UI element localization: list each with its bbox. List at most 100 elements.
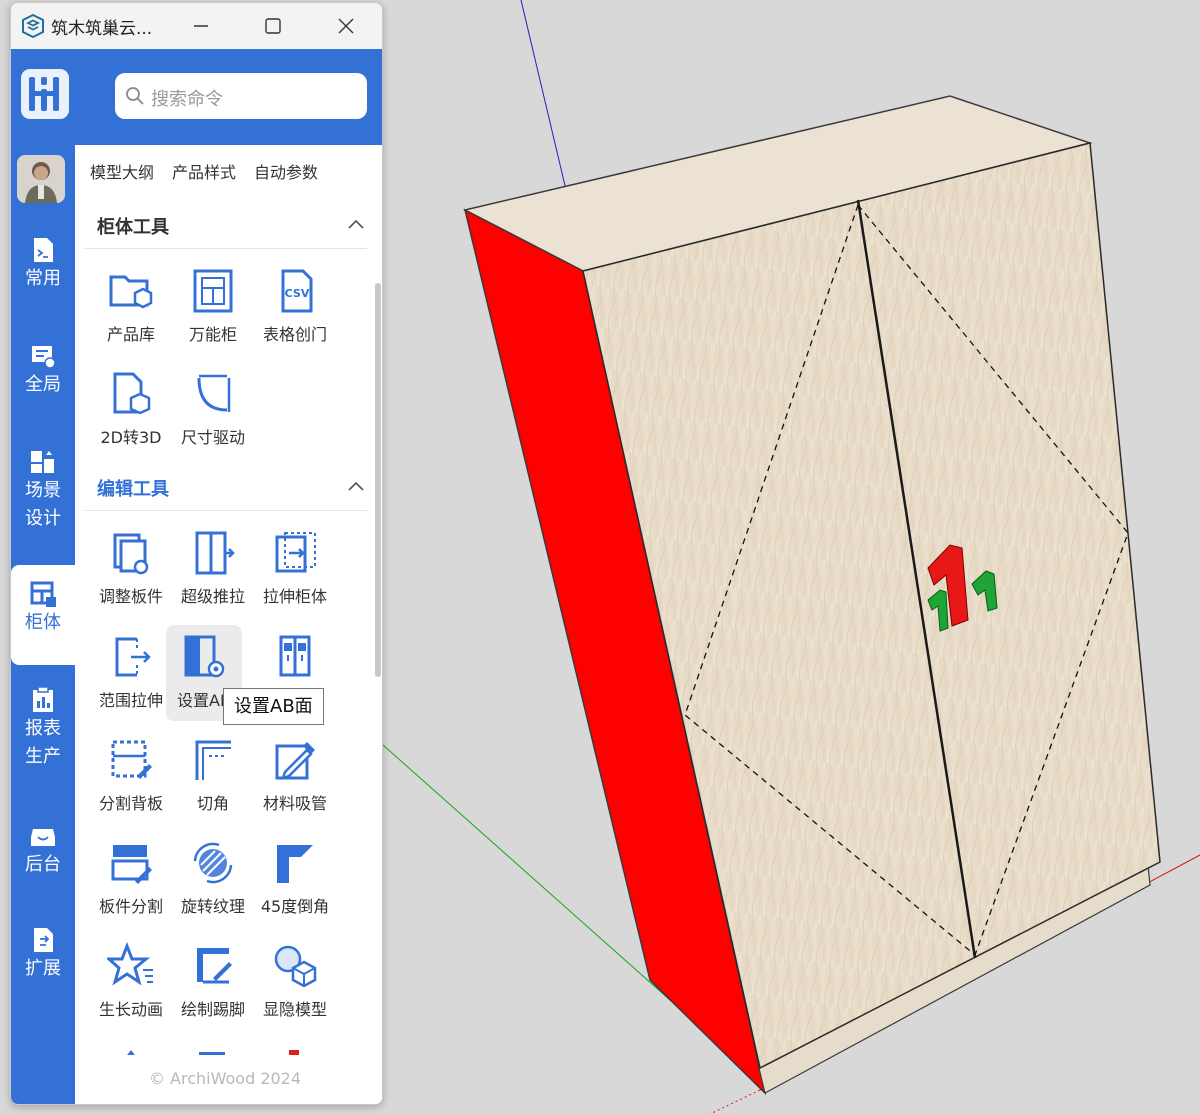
sidebar-item-global[interactable]: 全局 bbox=[11, 341, 75, 399]
sidebar-item-backend[interactable]: 后台 bbox=[11, 821, 75, 879]
tool-material-picker[interactable]: 材料吸管 bbox=[256, 736, 334, 814]
section-title-edit-tools: 编辑工具 bbox=[97, 479, 169, 500]
tool-label: 2D转3D bbox=[100, 428, 162, 447]
tool-range-stretch[interactable]: 范围拉伸 bbox=[92, 633, 170, 711]
tool-rotate-texture[interactable]: 旋转纹理 bbox=[174, 839, 252, 917]
panel-split-icon bbox=[111, 845, 152, 884]
tool-label: 拉伸柜体 bbox=[262, 587, 327, 606]
doc-cube-icon bbox=[113, 372, 151, 415]
tool-super-push-pull[interactable]: 超级推拉 bbox=[174, 529, 252, 607]
tool-label: 显隐模型 bbox=[262, 1000, 327, 1019]
tool-chamfer[interactable]: 切角 bbox=[174, 736, 252, 814]
tool-draw-kickboard[interactable]: 绘制踢脚 bbox=[174, 942, 252, 1020]
sidebar-item-label: 后台 bbox=[25, 854, 61, 875]
tool-split-backboard[interactable]: 分割背板 bbox=[92, 736, 170, 814]
csv-icon: CSV bbox=[281, 269, 313, 313]
miter-45-icon bbox=[277, 845, 313, 883]
sidebar-item-extension[interactable]: 扩展 bbox=[11, 925, 75, 983]
tool-label: 绘制踢脚 bbox=[180, 1000, 245, 1019]
tool-45-chamfer[interactable]: 45度倒角 bbox=[256, 839, 334, 917]
tool-label: 尺寸驱动 bbox=[180, 428, 245, 447]
sidebar-item-common[interactable]: 常用 bbox=[11, 235, 75, 293]
tool-label: 45度倒角 bbox=[260, 897, 330, 916]
tooltip: 设置AB面 bbox=[223, 688, 324, 725]
settings-panel-icon bbox=[32, 346, 56, 369]
size-driven-icon bbox=[197, 374, 231, 412]
plugin-window: 筑木筑巢云... 搜索命令 常用 全局 场景 设计 柜体 报表 生产 后台 扩展… bbox=[10, 2, 383, 1105]
set-ab-face-icon bbox=[184, 635, 225, 678]
tool-label: 板件分割 bbox=[98, 897, 163, 916]
show-hide-model-icon bbox=[274, 945, 317, 988]
sidebar-item-report[interactable]: 报表 生产 bbox=[11, 685, 75, 771]
tool-grow-animation[interactable]: 生长动画 bbox=[92, 942, 170, 1020]
divider bbox=[85, 510, 367, 511]
tool-cabinet-split[interactable] bbox=[256, 633, 334, 687]
sidebar-item-label: 扩展 bbox=[25, 958, 61, 979]
tool-label: 自动参数 bbox=[253, 163, 318, 182]
tool-universal-cabinet[interactable]: 万能柜 bbox=[174, 267, 252, 345]
tool-size-driven[interactable]: 尺寸驱动 bbox=[174, 370, 252, 448]
search-placeholder: 搜索命令 bbox=[151, 89, 223, 110]
sidebar-item-label: 柜体 bbox=[25, 612, 61, 633]
close-button[interactable] bbox=[326, 11, 366, 41]
tool-label: 范围拉伸 bbox=[98, 691, 163, 710]
brand-logo-icon bbox=[21, 69, 69, 119]
adjust-panel-icon bbox=[113, 533, 149, 575]
chevron-up-icon[interactable] bbox=[347, 218, 365, 230]
universal-cabinet-icon bbox=[193, 269, 233, 313]
push-pull-icon bbox=[195, 531, 235, 575]
avatar[interactable] bbox=[17, 155, 65, 203]
chevron-up-icon[interactable] bbox=[347, 480, 365, 492]
chamfer-icon bbox=[195, 740, 231, 780]
tool-table-door[interactable]: CSV 表格创门 bbox=[256, 267, 334, 345]
tool-adjust-panel[interactable]: 调整板件 bbox=[92, 529, 170, 607]
scrollbar-thumb[interactable] bbox=[375, 283, 381, 677]
tool-label: 切角 bbox=[196, 794, 229, 813]
sidebar-item-scene-design[interactable]: 场景 设计 bbox=[11, 447, 75, 533]
minimize-button[interactable] bbox=[181, 11, 221, 41]
cabinet-icon bbox=[30, 581, 56, 607]
split-cabinet-icon bbox=[279, 635, 311, 677]
tool-2d-to-3d[interactable]: 2D转3D bbox=[92, 370, 170, 448]
copyright-text: © ArchiWood 2024 bbox=[148, 1069, 302, 1088]
search-icon bbox=[126, 87, 144, 105]
rotate-texture-icon bbox=[193, 842, 233, 884]
window-title: 筑木筑巢云... bbox=[51, 19, 153, 39]
tool-product-library[interactable]: 产品库 bbox=[92, 267, 170, 345]
extension-doc-icon bbox=[34, 928, 53, 952]
kickboard-icon bbox=[197, 948, 232, 984]
star-icon bbox=[107, 942, 153, 986]
next-row-icons-partial bbox=[127, 1050, 299, 1055]
title-bar[interactable]: 筑木筑巢云... bbox=[11, 3, 382, 49]
tool-product-style[interactable]: 产品样式 bbox=[165, 145, 243, 183]
tool-label: 表格创门 bbox=[262, 325, 327, 344]
tool-label: 超级推拉 bbox=[180, 587, 245, 606]
tool-label: 生长动画 bbox=[98, 1000, 163, 1019]
tool-panel-split[interactable]: 板件分割 bbox=[92, 839, 170, 917]
outline-icon bbox=[98, 145, 146, 153]
tool-label: 旋转纹理 bbox=[180, 897, 245, 916]
sidebar-item-label: 全局 bbox=[25, 374, 61, 395]
tool-stretch-cabinet[interactable]: 拉伸柜体 bbox=[256, 529, 334, 607]
header-bar: 搜索命令 bbox=[11, 49, 382, 145]
search-input[interactable]: 搜索命令 bbox=[115, 73, 367, 119]
range-stretch-icon bbox=[115, 637, 151, 677]
tool-label: 材料吸管 bbox=[262, 794, 327, 813]
tool-label: 万能柜 bbox=[188, 325, 237, 344]
maximize-button[interactable] bbox=[253, 11, 293, 41]
tool-auto-params[interactable]: 自动参数 bbox=[247, 145, 325, 183]
terminal-doc-icon bbox=[34, 238, 53, 262]
tool-toggle-model[interactable]: 显隐模型 bbox=[256, 942, 334, 1020]
sidebar-item-label: 场景 设计 bbox=[25, 480, 61, 529]
scene-design-icon bbox=[31, 451, 54, 473]
sidebar-item-label: 报表 生产 bbox=[25, 718, 61, 767]
app-logo-icon bbox=[22, 14, 44, 38]
tool-model-outline[interactable]: 模型大纲 bbox=[83, 145, 161, 183]
sidebar-item-cabinet[interactable]: 柜体 bbox=[11, 565, 75, 665]
tool-label: 调整板件 bbox=[98, 587, 163, 606]
sidebar-item-label: 常用 bbox=[25, 268, 61, 289]
tool-label: 分割背板 bbox=[98, 794, 163, 813]
svg-text:CSV: CSV bbox=[285, 287, 310, 300]
tool-label: 产品样式 bbox=[171, 163, 236, 182]
tool-panel[interactable]: 模型大纲 产品样式 自动参数 柜体工具 产品库 万能柜 CSV 表格创门 2D转… bbox=[75, 145, 382, 1104]
